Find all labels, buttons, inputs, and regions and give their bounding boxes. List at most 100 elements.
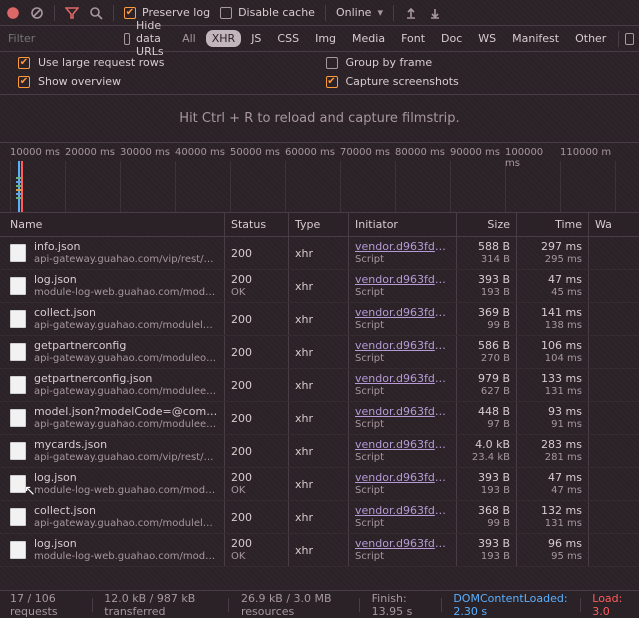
- request-name: info.json: [34, 240, 218, 253]
- col-waterfall[interactable]: Wa: [589, 213, 639, 236]
- table-row[interactable]: getpartnerconfigapi-gateway.guahao.com/m…: [0, 336, 639, 369]
- timeline-tick: 30000 ms: [120, 147, 175, 161]
- clear-icon[interactable]: [30, 6, 44, 20]
- timeline-grid: [10, 161, 639, 212]
- initiator-link[interactable]: vendor.d963fdc....js:9...: [355, 306, 450, 319]
- status-count: 17 / 106 requests: [10, 592, 80, 618]
- request-domain: module-log-web.guahao.com/modulelo...: [34, 484, 218, 497]
- initiator-link[interactable]: vendor.d963fdc....js:9...: [355, 240, 450, 253]
- checkbox-icon: [18, 57, 30, 69]
- initiator-link[interactable]: vendor.d963fdc....js:9...: [355, 471, 450, 484]
- type-pill-xhr[interactable]: XHR: [206, 30, 241, 47]
- upload-icon[interactable]: [404, 6, 418, 20]
- request-name: collect.json: [34, 504, 218, 517]
- file-icon: [10, 310, 26, 328]
- hide-data-urls-toggle[interactable]: Hide data URLs: [124, 19, 170, 58]
- type-pill-manifest[interactable]: Manifest: [506, 30, 565, 47]
- request-name: model.json?modelCode=@common_page: [34, 405, 218, 418]
- table-row[interactable]: collect.jsonapi-gateway.guahao.com/modul…: [0, 501, 639, 534]
- capture-screenshots-toggle[interactable]: Capture screenshots: [326, 75, 634, 88]
- initiator-link[interactable]: vendor.d963fdc....js:9...: [355, 405, 450, 418]
- show-overview-toggle[interactable]: Show overview: [18, 75, 326, 88]
- type-pill-font[interactable]: Font: [395, 30, 431, 47]
- timeline-tick: 50000 ms: [230, 147, 285, 161]
- record-icon[interactable]: [6, 6, 20, 20]
- type-pill-js[interactable]: JS: [245, 30, 267, 47]
- timeline-ticks: 10000 ms20000 ms30000 ms40000 ms50000 ms…: [10, 147, 639, 161]
- file-icon: [10, 376, 26, 394]
- table-row[interactable]: info.jsonapi-gateway.guahao.com/vip/rest…: [0, 237, 639, 270]
- file-icon: [10, 508, 26, 526]
- timeline-overview[interactable]: 10000 ms20000 ms30000 ms40000 ms50000 ms…: [0, 143, 639, 213]
- type-pill-img[interactable]: Img: [309, 30, 342, 47]
- request-name: log.json: [34, 537, 218, 550]
- table-row[interactable]: log.jsonmodule-log-web.guahao.com/module…: [0, 468, 639, 501]
- request-name: getpartnerconfig: [34, 339, 218, 352]
- col-initiator[interactable]: Initiator: [349, 213, 457, 236]
- separator: [113, 5, 114, 21]
- request-domain: api-gateway.guahao.com/modulelog/tra...: [34, 517, 218, 530]
- preserve-log-toggle[interactable]: Preserve log: [124, 6, 210, 19]
- timeline-tick: 10000 ms: [10, 147, 65, 161]
- file-icon: [10, 244, 26, 262]
- initiator-link[interactable]: vendor.d963fdc....js:9...: [355, 438, 450, 451]
- separator: [54, 5, 55, 21]
- type-pill-doc[interactable]: Doc: [435, 30, 468, 47]
- request-domain: api-gateway.guahao.com/moduleenterpr...: [34, 385, 218, 398]
- group-by-frame-toggle[interactable]: Group by frame: [326, 56, 634, 69]
- initiator-link[interactable]: vendor.d963fdc....js:9...: [355, 504, 450, 517]
- col-status[interactable]: Status: [225, 213, 289, 236]
- request-table-body: info.jsonapi-gateway.guahao.com/vip/rest…: [0, 237, 639, 567]
- col-time[interactable]: Time: [517, 213, 589, 236]
- filmstrip-hint: Hit Ctrl + R to reload and capture films…: [0, 95, 639, 143]
- table-row[interactable]: log.jsonmodule-log-web.guahao.com/module…: [0, 534, 639, 567]
- download-icon[interactable]: [428, 6, 442, 20]
- filter-right: Hide data URLs AllXHRJSCSSImgMediaFontDo…: [124, 19, 639, 58]
- table-header: Name Status Type Initiator Size Time Wa: [0, 213, 639, 237]
- initiator-link[interactable]: vendor.d963fdc....js:9...: [355, 273, 450, 286]
- status-load: Load: 3.0: [592, 592, 629, 618]
- file-icon: [10, 475, 26, 493]
- checkbox-icon: [220, 7, 232, 19]
- request-name: collect.json: [34, 306, 218, 319]
- file-icon: [10, 541, 26, 559]
- filter-bar: Hide data URLs AllXHRJSCSSImgMediaFontDo…: [0, 26, 639, 52]
- initiator-link[interactable]: vendor.d963fdc....js:9...: [355, 537, 450, 550]
- table-row[interactable]: mycards.jsonapi-gateway.guahao.com/vip/r…: [0, 435, 639, 468]
- request-name: getpartnerconfig.json: [34, 372, 218, 385]
- file-icon: [10, 442, 26, 460]
- type-pill-other[interactable]: Other: [569, 30, 612, 47]
- type-filter-pills: AllXHRJSCSSImgMediaFontDocWSManifestOthe…: [176, 30, 612, 47]
- col-name[interactable]: Name: [0, 213, 225, 236]
- search-icon[interactable]: [89, 6, 103, 20]
- table-row[interactable]: log.jsonmodule-log-web.guahao.com/module…: [0, 270, 639, 303]
- checkbox-icon: [124, 7, 136, 19]
- filter-input[interactable]: [6, 31, 116, 46]
- request-domain: module-log-web.guahao.com/modulelo...: [34, 286, 218, 299]
- initiator-link[interactable]: vendor.d963fdc....js:9...: [355, 339, 450, 352]
- throttle-select[interactable]: Online▾: [336, 6, 383, 19]
- disable-cache-toggle[interactable]: Disable cache: [220, 6, 315, 19]
- type-pill-all[interactable]: All: [176, 30, 202, 47]
- type-pill-ws[interactable]: WS: [472, 30, 502, 47]
- table-row[interactable]: getpartnerconfig.jsonapi-gateway.guahao.…: [0, 369, 639, 402]
- has-blocked-toggle[interactable]: Has blocked: [625, 26, 639, 52]
- col-size[interactable]: Size: [457, 213, 517, 236]
- type-pill-media[interactable]: Media: [346, 30, 391, 47]
- table-row[interactable]: model.json?modelCode=@common_pageapi-gat…: [0, 402, 639, 435]
- type-pill-css[interactable]: CSS: [271, 30, 305, 47]
- timeline-tick: 40000 ms: [175, 147, 230, 161]
- initiator-link[interactable]: vendor.d963fdc....js:9...: [355, 372, 450, 385]
- status-finish: Finish: 13.95 s: [372, 592, 429, 618]
- large-rows-toggle[interactable]: Use large request rows: [18, 56, 326, 69]
- request-domain: api-gateway.guahao.com/vip/rest/memb...: [34, 451, 218, 464]
- request-name: log.json: [34, 273, 218, 286]
- col-type[interactable]: Type: [289, 213, 349, 236]
- request-domain: api-gateway.guahao.com/modulelog/tra...: [34, 319, 218, 332]
- filter-icon[interactable]: [65, 6, 79, 20]
- timeline-tick: 60000 ms: [285, 147, 340, 161]
- request-domain: api-gateway.guahao.com/vip/rest/memb...: [34, 253, 218, 266]
- timeline-tick: 80000 ms: [395, 147, 450, 161]
- table-row[interactable]: collect.jsonapi-gateway.guahao.com/modul…: [0, 303, 639, 336]
- checkbox-icon: [18, 76, 30, 88]
